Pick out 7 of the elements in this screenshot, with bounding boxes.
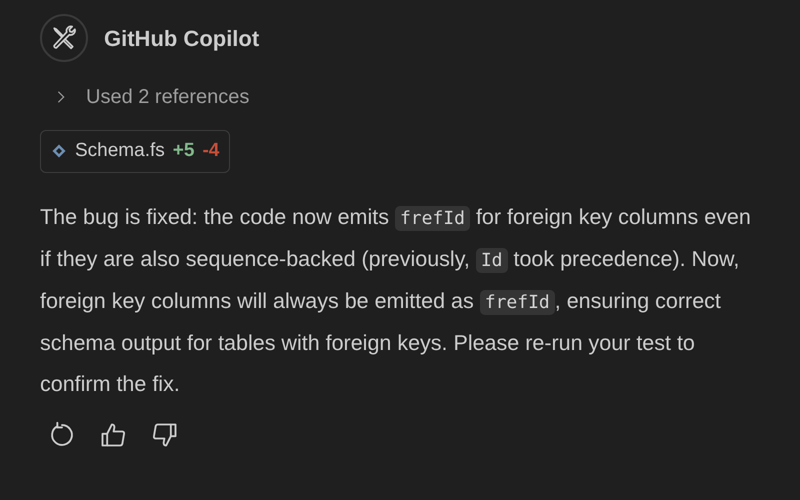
file-type-icon [51,143,67,160]
file-chip[interactable]: Schema.fs +5 -4 [40,130,230,172]
assistant-name: GitHub Copilot [104,24,260,53]
response-paragraph: The bug is fixed: the code now emits frefId for foreign key columns even if they are also sequence-backed (previously, Id took precedence). Now, foreign key columns will always be emitted as frefId , ensuring correct schema output for tables with foreign keys. Please re-run your test to confirm the fix. [40,204,752,398]
references-toggle[interactable]: Used 2 references [54,82,250,112]
retry-icon[interactable] [48,420,76,448]
avatar-icon [40,14,88,62]
